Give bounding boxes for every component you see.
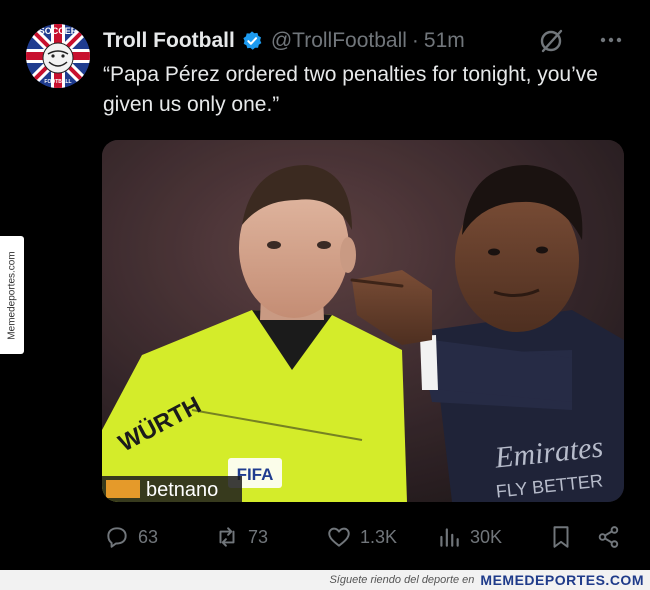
union-jack-avatar-image: SOCCER FOOTBALL	[26, 24, 90, 88]
bookmark-button[interactable]	[548, 520, 582, 554]
fifa-badge-text: FIFA	[237, 465, 274, 484]
timestamp[interactable]: 51m	[424, 29, 465, 53]
reply-icon	[107, 527, 127, 548]
avatar-top-text: SOCCER	[39, 26, 78, 36]
display-name[interactable]: Troll Football	[103, 29, 235, 53]
repost-button[interactable]: 73	[214, 520, 268, 554]
side-watermark-text: Memedeportes.com	[6, 250, 18, 340]
tweet-card: Memedeportes.com SOCCER FOOTBALL Troll F…	[0, 0, 650, 570]
avatar[interactable]: SOCCER FOOTBALL	[26, 24, 90, 88]
bookmark-icon	[553, 526, 569, 548]
like-count: 1.3K	[360, 526, 398, 547]
side-watermark: Memedeportes.com	[0, 236, 24, 354]
tweet-header: Troll Football @TrollFootball · 51m	[103, 26, 630, 56]
share-icon	[598, 526, 619, 548]
verified-badge-icon	[241, 30, 263, 52]
separator-dot: ·	[411, 29, 419, 52]
photo-referee-and-player: WÜRTH FIFA Emirates FLY BETTER betnano	[102, 140, 624, 502]
views-chart-icon	[440, 528, 459, 547]
footer-watermark-bar: Síguete riendo del deporte en MEMEDEPORT…	[0, 570, 650, 590]
tweet-photo[interactable]: WÜRTH FIFA Emirates FLY BETTER betnano	[102, 140, 624, 502]
betnano-logo-icon	[106, 480, 140, 498]
tweet-actions: 63 73 1.3K 30K	[102, 520, 626, 554]
repost-icon	[219, 527, 235, 547]
footer-tagline: Síguete riendo del deporte en	[329, 574, 475, 586]
footer-brand: MEMEDEPORTES.COM	[480, 572, 644, 588]
reply-count: 63	[138, 526, 159, 547]
betnano-text: betnano	[146, 479, 218, 501]
more-options-icon[interactable]	[596, 28, 626, 52]
repost-count: 73	[248, 526, 269, 547]
views-button[interactable]: 30K	[436, 520, 502, 554]
share-button[interactable]	[596, 520, 630, 554]
reply-button[interactable]: 63	[104, 520, 158, 554]
like-button[interactable]: 1.3K	[326, 520, 397, 554]
grok-icon[interactable]	[538, 26, 566, 56]
avatar-bottom-text: FOOTBALL	[44, 79, 71, 85]
heart-icon	[328, 527, 350, 547]
views-count: 30K	[470, 526, 503, 547]
tweet-text: “Papa Pérez ordered two penalties for to…	[103, 63, 598, 116]
handle[interactable]: @TrollFootball	[271, 29, 407, 53]
